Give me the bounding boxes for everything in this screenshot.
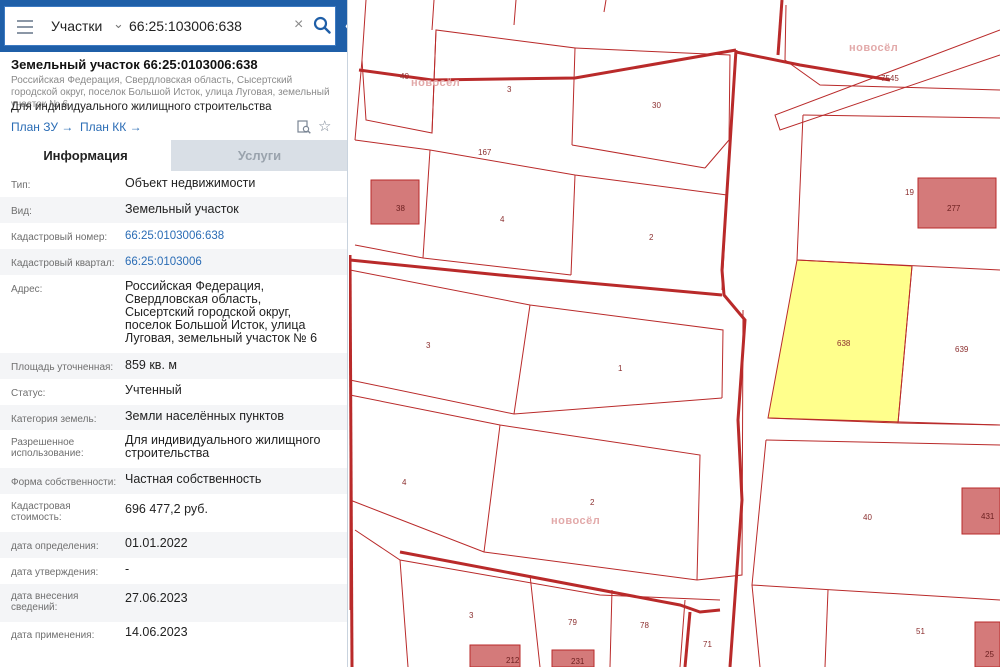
property-value: 859 кв. м — [125, 358, 177, 372]
property-row: Вид: Земельный участок — [0, 197, 347, 223]
property-row: дата применения: 14.06.2023 — [0, 622, 347, 648]
property-label: Адрес: — [11, 284, 43, 295]
parcel-label: 25 — [985, 650, 994, 659]
parcel-label: 1 — [618, 364, 623, 373]
property-row: Разрешенное использование: Для индивидуа… — [0, 430, 347, 468]
parcel-label: 2 — [649, 233, 654, 242]
menu-icon[interactable] — [17, 20, 33, 34]
property-row: дата утверждения: - — [0, 558, 347, 584]
property-label: дата определения: — [11, 541, 99, 552]
parcel-label: 38 — [396, 204, 405, 213]
parcel-label: 3 — [426, 341, 431, 350]
parcel-label: 167 — [478, 148, 492, 157]
property-value: - — [125, 562, 130, 576]
building — [974, 621, 1000, 667]
tab-services[interactable]: Услуги — [171, 140, 347, 171]
cadastral-number-link[interactable]: 66:25:0103006:638 — [125, 230, 340, 243]
parcel-label: 639 — [955, 345, 969, 354]
property-row: Форма собственности: Частная собственнос… — [0, 468, 347, 494]
property-label: дата применения: — [11, 630, 95, 641]
property-row: Кадастровая стоимость: 696 477,2 руб. — [0, 494, 347, 532]
search-input[interactable] — [129, 15, 289, 37]
property-value: 27.06.2023 — [125, 591, 188, 605]
building — [917, 177, 997, 229]
property-value: Учтенный — [125, 383, 182, 397]
map-canvas[interactable] — [349, 0, 1000, 667]
building — [961, 487, 1000, 535]
search-box: Участки ⌄ × — [4, 6, 336, 46]
parcel-label: 51 — [916, 627, 925, 636]
property-row: дата внесения сведений: 27.06.2023 — [0, 584, 347, 622]
chevron-left-icon[interactable]: ‹ — [345, 17, 347, 33]
property-row: дата определения: 01.01.2022 — [0, 532, 347, 558]
watermark: новосёл — [411, 77, 461, 89]
property-label: Кадастровый номер: — [11, 232, 108, 243]
property-label: Разрешенное использование: — [11, 437, 84, 459]
search-icon[interactable] — [313, 16, 331, 34]
property-value: 01.01.2022 — [125, 536, 188, 550]
tab-bar: Информация Услуги — [0, 140, 347, 171]
building — [370, 179, 420, 225]
property-value: 14.06.2023 — [125, 625, 188, 639]
parcel-label: 3 — [469, 611, 474, 620]
search-bar: Участки ⌄ × ‹ — [0, 0, 347, 52]
property-row: Категория земель: Земли населённых пункт… — [0, 405, 347, 430]
property-row: Кадастровый квартал: 66:25:0103006 — [0, 249, 347, 275]
close-icon[interactable]: × — [294, 16, 303, 34]
property-value: Российская Федерация, Свердловская облас… — [125, 279, 318, 345]
property-row: Площадь уточненная: 859 кв. м — [0, 353, 347, 379]
parcel-label: 431 — [981, 512, 995, 521]
parcel-label: 277 — [947, 204, 961, 213]
parcel-label: 212 — [506, 656, 520, 665]
property-value: Земельный участок — [125, 202, 239, 216]
plan-kk-link[interactable]: План КК → — [80, 120, 142, 134]
parcel-title: Земельный участок 66:25:0103006:638 — [11, 57, 258, 72]
parcel-label: 19 — [905, 188, 914, 197]
parcel-label: 40 — [400, 72, 409, 81]
watermark: новосёл — [849, 42, 899, 54]
property-value: Частная собственность — [125, 472, 262, 486]
cadastral-map[interactable]: 40 3 30 167 38 4 2 3 1 4 2 3 79 78 71 21… — [349, 0, 1000, 667]
parcel-label: 4 — [402, 478, 407, 487]
search-type-select[interactable]: Участки — [51, 18, 102, 34]
property-label: дата внесения сведений: — [11, 591, 79, 613]
document-search-icon[interactable] — [297, 120, 311, 134]
property-label: Кадастровый квартал: — [11, 258, 115, 269]
parcel-label: 4 — [500, 215, 505, 224]
property-row: Кадастровый номер: 66:25:0103006:638 — [0, 223, 347, 249]
parcel-label: 79 — [568, 618, 577, 627]
property-label: Статус: — [11, 388, 46, 399]
property-value: Для индивидуального жилищного строительс… — [125, 433, 321, 460]
property-label: дата утверждения: — [11, 567, 99, 578]
property-label: Форма собственности: — [11, 477, 117, 488]
property-label: Площадь уточненная: — [11, 362, 114, 373]
info-panel: Участки ⌄ × ‹ Земельный участок 66:25:01… — [0, 0, 348, 667]
parcel-label: 3 — [507, 85, 512, 94]
cadastral-quarter-link[interactable]: 66:25:0103006 — [125, 256, 340, 269]
property-row: Тип: Объект недвижимости — [0, 171, 347, 197]
chevron-down-icon[interactable]: ⌄ — [113, 16, 124, 32]
parcel-label: 30 — [652, 101, 661, 110]
property-row: Адрес: Российская Федерация, Свердловска… — [0, 275, 347, 353]
star-icon[interactable]: ☆ — [318, 117, 331, 135]
parcel-label: 7545 — [881, 74, 899, 83]
property-row: Статус: Учтенный — [0, 379, 347, 405]
property-label: Вид: — [11, 206, 32, 217]
parcel-label: 78 — [640, 621, 649, 630]
parcel-label: 638 — [837, 339, 851, 348]
parcel-label: 231 — [571, 657, 585, 666]
watermark: новосёл — [551, 515, 601, 527]
parcel-label: 2 — [590, 498, 595, 507]
property-value: Объект недвижимости — [125, 176, 256, 190]
tab-info[interactable]: Информация — [0, 140, 171, 171]
property-label: Кадастровая стоимость: — [11, 501, 71, 523]
property-label: Категория земель: — [11, 414, 97, 425]
plan-zu-link[interactable]: План ЗУ → — [11, 120, 73, 134]
property-label: Тип: — [11, 180, 31, 191]
property-value: Земли населённых пунктов — [125, 409, 284, 423]
parcel-use: Для индивидуального жилищного строительс… — [11, 101, 272, 113]
parcel-label: 40 — [863, 513, 872, 522]
parcel-label: 71 — [703, 640, 712, 649]
property-value: 696 477,2 руб. — [125, 502, 208, 516]
